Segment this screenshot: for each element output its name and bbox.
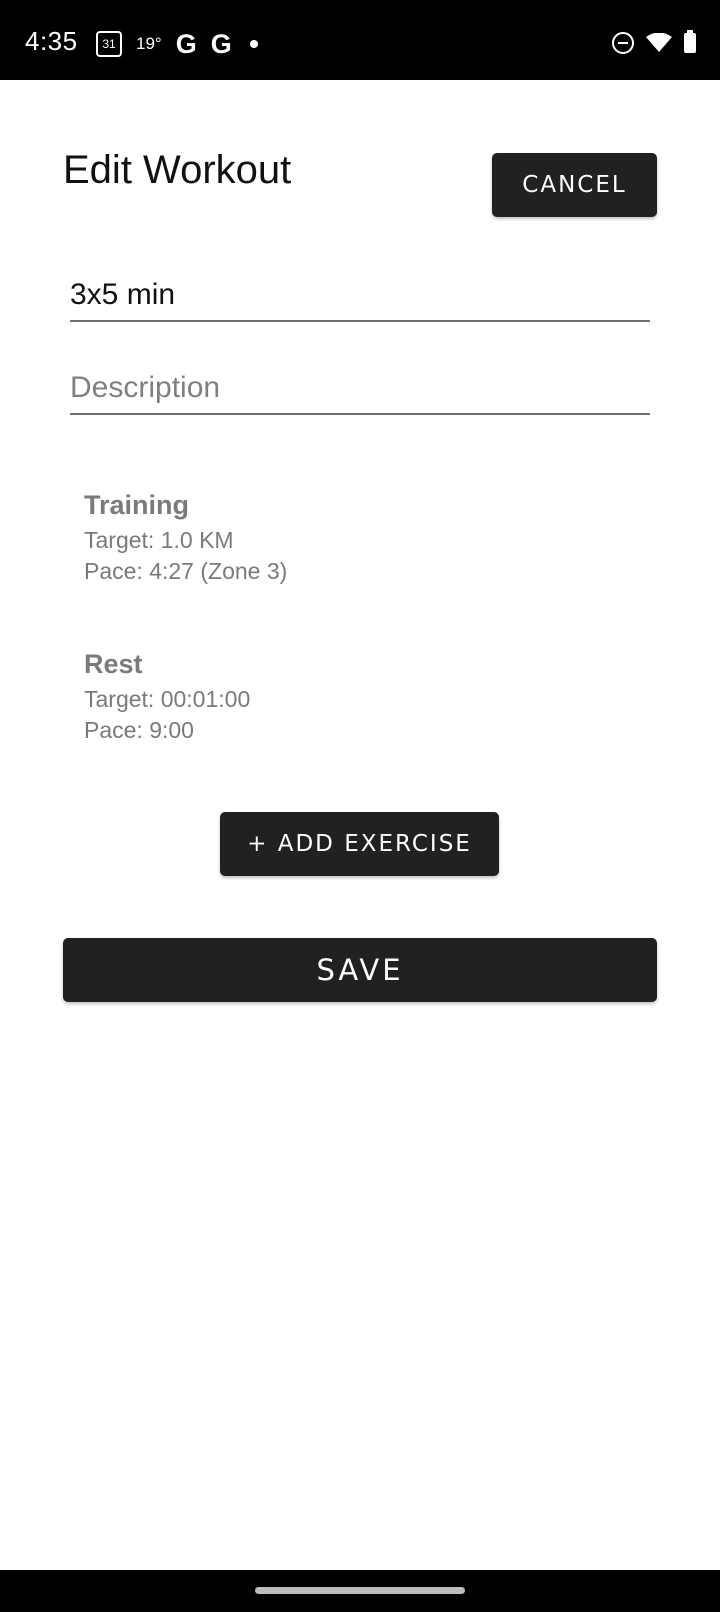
- description-field[interactable]: Description: [70, 365, 650, 415]
- exercise-item-rest[interactable]: Rest Target: 00:01:00 Pace: 9:00: [84, 649, 250, 746]
- cancel-button[interactable]: CANCEL: [492, 153, 657, 217]
- do-not-disturb-icon: [612, 32, 634, 54]
- navigation-bar: [0, 1570, 720, 1612]
- exercise-title: Rest: [84, 649, 143, 679]
- wifi-icon: [646, 33, 672, 52]
- exercise-item-training[interactable]: Training Target: 1.0 KM Pace: 4:27 (Zone…: [84, 490, 287, 587]
- save-button[interactable]: SAVE: [63, 938, 657, 1002]
- status-bar: 4:35 31 19° G G: [0, 0, 720, 80]
- exercise-title: Training: [84, 490, 190, 520]
- exercise-pace: Pace: 9:00: [84, 717, 194, 743]
- description-placeholder: Description: [70, 371, 221, 404]
- exercise-target: Target: 00:01:00: [84, 686, 251, 712]
- notification-dot-icon: [249, 40, 258, 48]
- notification-icons: 31 19° G G: [96, 28, 258, 59]
- status-time: 4:35: [25, 26, 78, 56]
- google-icon: G: [175, 28, 197, 59]
- battery-icon: [684, 30, 696, 53]
- workout-name-value: 3x5 min: [70, 278, 176, 311]
- calendar-icon: 31: [96, 31, 122, 57]
- add-exercise-button[interactable]: + ADD EXERCISE: [220, 812, 499, 876]
- exercise-target: Target: 1.0 KM: [84, 527, 234, 553]
- temperature-readout: 19°: [136, 34, 162, 53]
- page-title: Edit Workout: [63, 148, 292, 192]
- exercise-pace: Pace: 4:27 (Zone 3): [84, 558, 288, 584]
- home-indicator[interactable]: [255, 1587, 465, 1594]
- workout-name-field[interactable]: 3x5 min: [70, 272, 650, 322]
- system-icons: [612, 30, 696, 54]
- google-icon: G: [210, 28, 232, 59]
